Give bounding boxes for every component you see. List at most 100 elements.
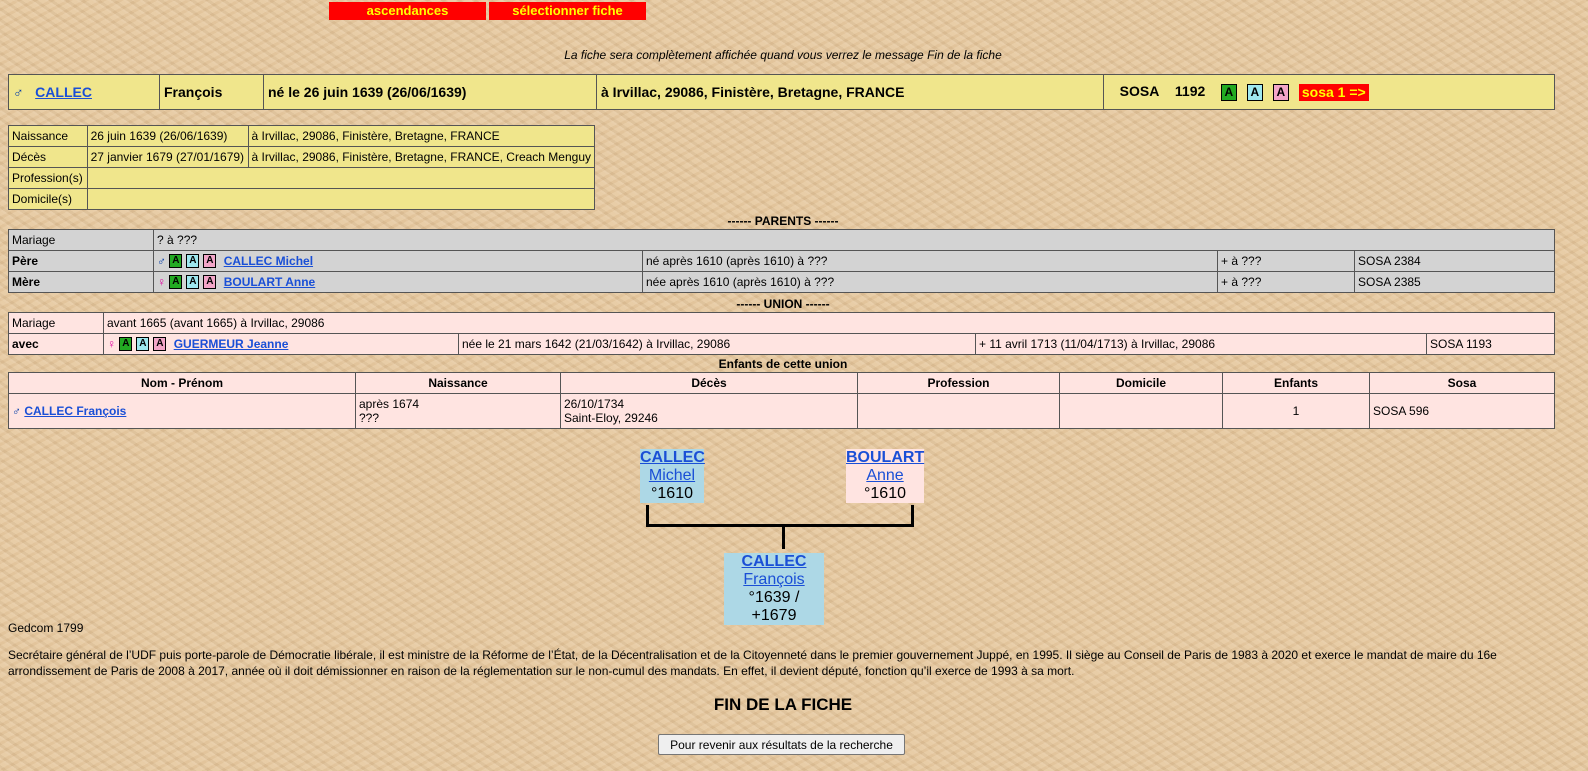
tree-self-box: CALLEC François °1639 / +1679 — [724, 553, 824, 625]
mother-birth: née après 1610 (après 1610) à ??? — [642, 271, 1218, 293]
details-label: Naissance — [8, 125, 88, 147]
mother-row: Mère ♀ AAA BOULART Anne née après 1610 (… — [8, 271, 1555, 293]
child-profession — [857, 393, 1060, 429]
tree-father-firstname-link[interactable]: Michel — [640, 467, 704, 485]
details-date: 27 janvier 1679 (27/01/1679) — [86, 146, 249, 168]
ascendance-cyan-icon[interactable]: A — [1246, 83, 1263, 101]
father-link[interactable]: CALLEC Michel — [224, 254, 313, 268]
tree-mother-box: BOULART Anne °1610 — [846, 449, 924, 503]
tree-connector — [646, 524, 914, 527]
male-icon: ♂ — [157, 253, 166, 268]
spouse-sosa: SOSA 1193 — [1426, 333, 1555, 355]
ascendance-pink-icon[interactable]: A — [203, 275, 217, 290]
ascendance-cyan-icon[interactable]: A — [186, 254, 200, 269]
father-row: Père ♂ AAA CALLEC Michel né après 1610 (… — [8, 250, 1555, 272]
details-label: Profession(s) — [8, 167, 88, 189]
tree-mother-dates: °1610 — [864, 485, 906, 502]
col-header: Naissance — [355, 372, 561, 394]
child-row: ♂ CALLEC François après 1674 ??? 26/10/1… — [8, 393, 1555, 429]
ascendance-pink-icon[interactable]: A — [153, 337, 167, 352]
ascendance-green-icon[interactable]: A — [169, 254, 183, 269]
col-header: Nom - Prénom — [8, 372, 356, 394]
mother-sosa: SOSA 2385 — [1354, 271, 1555, 293]
child-domicile — [1059, 393, 1223, 429]
tree-self-firstname-link[interactable]: François — [724, 571, 824, 589]
spouse-row: avec ♀ AAA GUERMEUR Jeanne née le 21 mar… — [8, 333, 1555, 355]
ascendance-pink-icon[interactable]: A — [1272, 83, 1289, 101]
ascendance-green-icon[interactable]: A — [119, 337, 133, 352]
gedcom-ref: Gedcom 1799 — [8, 621, 84, 635]
ascendance-green-icon[interactable]: A — [169, 275, 183, 290]
mother-role: Mère — [8, 271, 154, 293]
details-label: Domicile(s) — [8, 188, 88, 210]
details-row-domicile: Domicile(s) — [8, 188, 596, 210]
union-title: ------ UNION ------ — [736, 297, 830, 311]
person-place: à Irvillac, 29086, Finistère, Bretagne, … — [596, 74, 1104, 110]
male-icon: ♂ — [13, 84, 24, 100]
person-header: ♂ CALLEC François né le 26 juin 1639 (26… — [8, 74, 1555, 110]
mother-death: + à ??? — [1217, 271, 1355, 293]
father-role: Père — [8, 250, 154, 272]
person-surname-cell: ♂ CALLEC — [8, 74, 160, 110]
details-label: Décès — [8, 146, 88, 168]
child-name-cell: ♂ CALLEC François — [8, 393, 356, 429]
back-to-results-button[interactable]: Pour revenir aux résultats de la recherc… — [658, 734, 905, 755]
ascendance-pink-icon[interactable]: A — [203, 254, 217, 269]
child-death-place: Saint-Eloy, 29246 — [564, 411, 658, 425]
tree-mother-firstname-link[interactable]: Anne — [846, 467, 924, 485]
col-header: Domicile — [1059, 372, 1223, 394]
parents-title: ------ PARENTS ------ — [727, 214, 839, 228]
spouse-name-cell: ♀ AAA GUERMEUR Jeanne — [103, 333, 459, 355]
spouse-birth: née le 21 mars 1642 (21/03/1642) à Irvil… — [458, 333, 976, 355]
ascendance-cyan-icon[interactable]: A — [136, 337, 150, 352]
tree-father-surname-link[interactable]: CALLEC — [640, 449, 705, 467]
details-place: à Irvillac, 29086, Finistère, Bretagne, … — [247, 125, 596, 147]
ascendance-cyan-icon[interactable]: A — [186, 275, 200, 290]
children-header-row: Nom - Prénom Naissance Décès Profession … — [8, 372, 1555, 394]
details-date: 26 juin 1639 (26/06/1639) — [86, 125, 249, 147]
union-mariage-row: Mariage avant 1665 (avant 1665) à Irvill… — [8, 312, 1555, 334]
col-header: Profession — [857, 372, 1060, 394]
union-mariage-value: avant 1665 (avant 1665) à Irvillac, 2908… — [103, 312, 1555, 334]
details-place: à Irvillac, 29086, Finistère, Bretagne, … — [247, 146, 596, 168]
select-fiche-button[interactable]: sélectionner fiche — [489, 2, 646, 20]
child-link[interactable]: CALLEC François — [24, 404, 126, 418]
tree-mother-surname-link[interactable]: BOULART — [846, 449, 924, 467]
tree-self-dates: °1639 / +1679 — [748, 589, 800, 624]
union-table: Mariage avant 1665 (avant 1665) à Irvill… — [8, 312, 1555, 355]
sosa-label: SOSA — [1119, 83, 1160, 100]
ascendances-button[interactable]: ascendances — [329, 2, 486, 20]
details-row-birth: Naissance 26 juin 1639 (26/06/1639) à Ir… — [8, 125, 596, 147]
tree-father-dates: °1610 — [651, 485, 693, 502]
child-sosa: SOSA 596 — [1369, 393, 1555, 429]
tree-connector — [782, 527, 785, 549]
spouse-link[interactable]: GUERMEUR Jeanne — [174, 337, 289, 351]
union-mariage-label: Mariage — [8, 312, 104, 334]
fin-de-la-fiche: FIN DE LA FICHE — [713, 695, 853, 714]
child-death-date: 26/10/1734 — [564, 397, 625, 411]
col-header: Enfants — [1222, 372, 1370, 394]
spouse-death: + 11 avril 1713 (11/04/1713) à Irvillac,… — [975, 333, 1427, 355]
person-birth: né le 26 juin 1639 (26/06/1639) — [263, 74, 597, 110]
ascendance-green-icon[interactable]: A — [1220, 83, 1237, 101]
details-table: Naissance 26 juin 1639 (26/06/1639) à Ir… — [8, 125, 596, 210]
father-sosa: SOSA 2384 — [1354, 250, 1555, 272]
father-birth: né après 1610 (après 1610) à ??? — [642, 250, 1218, 272]
male-icon: ♂ — [12, 404, 21, 418]
person-firstname: François — [159, 74, 264, 110]
mother-link[interactable]: BOULART Anne — [224, 275, 316, 289]
sosa-number: 1192 — [1174, 83, 1206, 100]
sosa-1-button[interactable]: sosa 1 => — [1298, 83, 1369, 101]
tree-self-surname-link[interactable]: CALLEC — [724, 553, 824, 571]
details-row-death: Décès 27 janvier 1679 (27/01/1679) à Irv… — [8, 146, 596, 168]
child-enfants: 1 — [1222, 393, 1370, 429]
female-icon: ♀ — [107, 336, 116, 351]
person-surname-link[interactable]: CALLEC — [35, 84, 92, 100]
child-birth-date: après 1674 — [359, 397, 420, 411]
parents-table: Mariage ? à ??? Père ♂ AAA CALLEC Michel… — [8, 229, 1555, 293]
details-row-profession: Profession(s) — [8, 167, 596, 189]
father-name-cell: ♂ AAA CALLEC Michel — [153, 250, 643, 272]
child-death: 26/10/1734 Saint-Eloy, 29246 — [560, 393, 858, 429]
loading-notice: La fiche sera complètement affichée quan… — [564, 48, 1002, 62]
child-birth: après 1674 ??? — [355, 393, 561, 429]
